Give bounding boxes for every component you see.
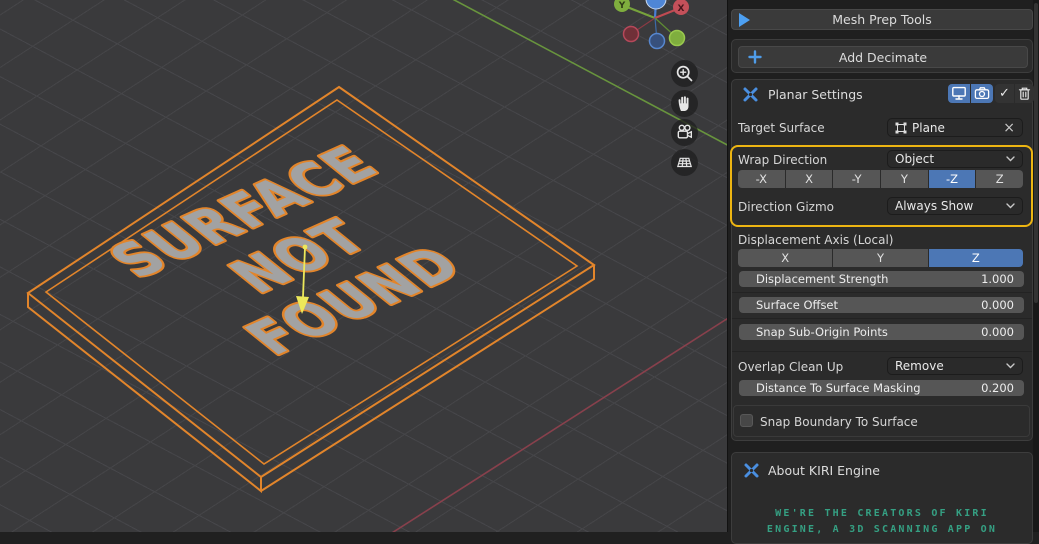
wrap-axis-neg-x[interactable]: -X [738, 170, 785, 188]
add-decimate-button[interactable]: Add Decimate [738, 46, 1028, 68]
gizmo-x-label: X [678, 4, 685, 14]
gizmo-y-label: Y [618, 1, 626, 11]
apply-button[interactable]: ✓ [995, 84, 1014, 103]
gizmo-neg-y-ball[interactable] [670, 31, 685, 46]
toggle-grid-button[interactable] [671, 149, 698, 176]
displacement-axis-label: Displacement Axis (Local) [738, 231, 893, 249]
wrap-direction-dropdown[interactable]: Object [887, 150, 1023, 168]
x-axis-line [384, 315, 727, 532]
mesh-data-icon [895, 122, 907, 134]
slider-value: 0.000 [981, 298, 1014, 312]
snap-boundary-checkbox[interactable] [740, 414, 753, 427]
displacement-strength-slider[interactable]: Displacement Strength 1.000 [739, 271, 1024, 287]
kiri-logo-icon [743, 462, 760, 479]
snap-boundary-label: Snap Boundary To Surface [760, 413, 918, 431]
gizmo-z-ball[interactable] [646, 0, 666, 9]
zoom-in-button[interactable] [671, 60, 698, 87]
show-viewport-toggle[interactable] [948, 84, 970, 103]
delete-button[interactable] [1015, 84, 1034, 103]
add-decimate-box: Add Decimate [731, 39, 1033, 73]
toggle-grid-icon [671, 149, 698, 176]
gizmo-neg-x-ball[interactable] [624, 27, 639, 42]
wrap-axis-z[interactable]: Z [976, 170, 1023, 188]
zoom-in-icon [671, 60, 698, 87]
kiri-logo-icon [742, 86, 759, 103]
disp-axis-x[interactable]: X [738, 249, 832, 267]
wrap-axis-neg-y[interactable]: -Y [833, 170, 880, 188]
pan-button[interactable] [671, 90, 698, 117]
mesh-prep-tools-title: Mesh Prep Tools [732, 12, 1032, 27]
wrap-axis-buttons: -X X -Y Y -Z Z [738, 170, 1023, 188]
wrap-direction-label: Wrap Direction [738, 151, 827, 169]
camera-view-button[interactable] [671, 119, 698, 146]
slider-value: 0.000 [981, 325, 1014, 339]
target-surface-value: Plane [912, 121, 998, 135]
snap-sub-origin-slider[interactable]: Snap Sub-Origin Points 0.000 [739, 324, 1024, 340]
slider-value: 0.200 [981, 381, 1014, 395]
planar-settings-title: Planar Settings [768, 87, 863, 102]
about-kiri-panel: About KIRI Engine WE'RE THE CREATORS OF … [731, 452, 1033, 544]
mesh-prep-tools-header[interactable]: Mesh Prep Tools [731, 9, 1033, 30]
viewport-scene: SURFACE NOT FOUND Y X [0, 0, 727, 532]
3d-viewport[interactable]: SURFACE NOT FOUND Y X [0, 0, 727, 532]
pan-hand-icon [671, 90, 698, 117]
sidebar-panel: Mesh Prep Tools Add Decimate Planar Sett… [727, 0, 1039, 532]
distance-masking-slider[interactable]: Distance To Surface Masking 0.200 [739, 380, 1024, 396]
target-surface-label: Target Surface [738, 119, 825, 137]
clear-target-icon[interactable]: × [1003, 123, 1015, 133]
overlap-cleanup-label: Overlap Clean Up [738, 358, 843, 376]
chevron-down-icon [1006, 203, 1015, 209]
trash-icon [1016, 85, 1033, 102]
disp-axis-y[interactable]: Y [833, 249, 927, 267]
nav-gizmo[interactable]: Y X [614, 0, 689, 49]
scrollbar[interactable] [1033, 0, 1039, 532]
disp-axis-z[interactable]: Z [929, 249, 1023, 267]
wrap-axis-y[interactable]: Y [881, 170, 928, 188]
direction-gizmo-label: Direction Gizmo [738, 198, 834, 216]
show-render-toggle[interactable] [971, 84, 993, 103]
about-text-line2: ENGINE, A 3D SCANNING APP ON [732, 524, 1032, 535]
direction-gizmo-dropdown[interactable]: Always Show [887, 197, 1023, 215]
monitor-icon [949, 84, 969, 103]
about-text-line1: WE'RE THE CREATORS OF KIRI [732, 508, 1032, 519]
target-surface-field[interactable]: Plane × [887, 118, 1023, 137]
about-kiri-title: About KIRI Engine [768, 463, 880, 478]
chevron-down-icon [1006, 363, 1015, 369]
chevron-down-icon [1006, 156, 1015, 162]
add-decimate-label: Add Decimate [739, 50, 1027, 65]
slider-value: 1.000 [981, 272, 1014, 286]
gizmo-neg-z-ball[interactable] [650, 34, 665, 49]
surface-offset-slider[interactable]: Surface Offset 0.000 [739, 297, 1024, 313]
check-icon: ✓ [999, 86, 1010, 101]
wrap-axis-x[interactable]: X [786, 170, 833, 188]
camera-view-icon [671, 119, 698, 146]
wrap-axis-neg-z[interactable]: -Z [929, 170, 976, 188]
camera-icon [972, 84, 992, 103]
overlap-cleanup-dropdown[interactable]: Remove [887, 357, 1023, 375]
displacement-axis-buttons: X Y Z [738, 249, 1023, 267]
